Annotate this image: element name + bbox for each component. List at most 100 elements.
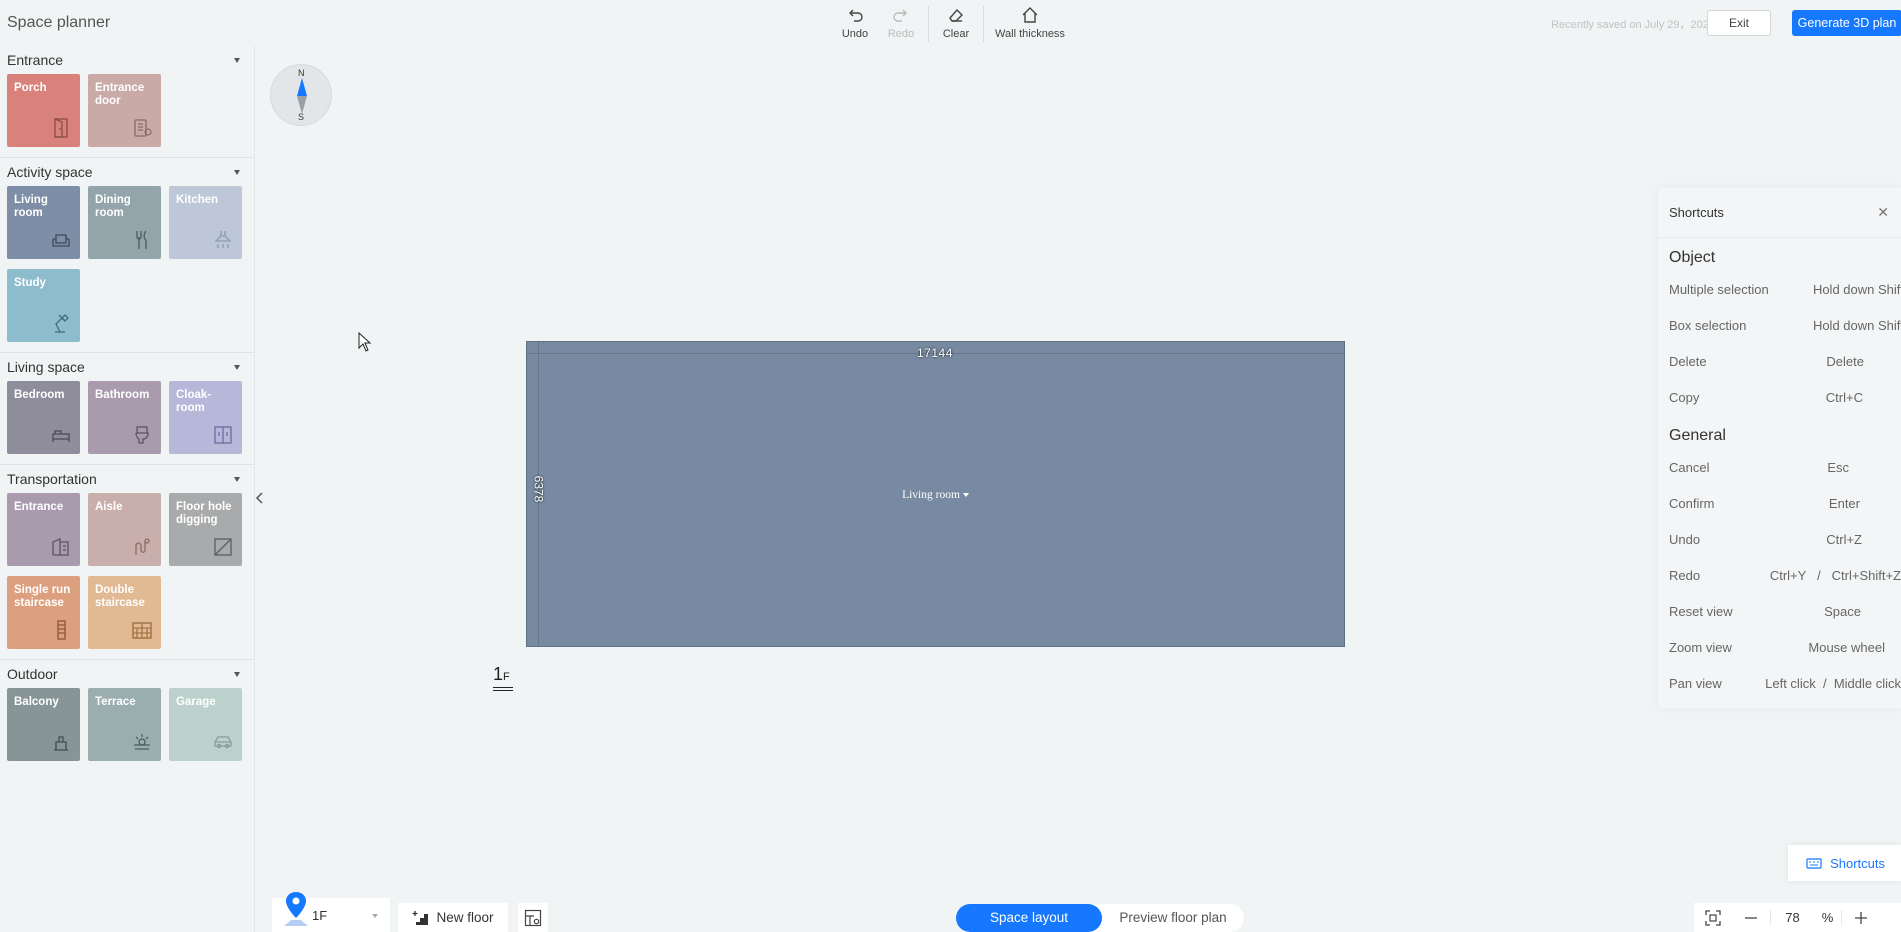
tile-bathroom[interactable]: Bathroom [88,381,161,454]
tile-entrance[interactable]: Entrance [7,493,80,566]
shortcuts-group-title: General [1669,427,1726,444]
tile-kitchen[interactable]: Kitchen [169,186,242,259]
redo-button[interactable]: Redo [880,6,922,40]
shortcut-action: Multiple selection [1669,282,1769,297]
door-icon [54,118,68,138]
toolbar-divider [928,6,929,42]
undo-button[interactable]: Undo [834,6,876,40]
section-header[interactable]: Outdoor [7,660,247,688]
shortcut-key: Space [1824,604,1861,619]
tile-label: Entrance [14,501,64,513]
shortcut-action: Pan view [1669,676,1722,691]
tile-aisle[interactable]: Aisle [88,493,161,566]
shortcut-key-alt: Ctrl+Shift+Z [1831,568,1901,583]
caret-down-icon [234,169,240,175]
exit-button[interactable]: Exit [1707,10,1771,36]
tile-double-staircase[interactable]: Double staircase [88,576,161,649]
shortcut-row: Pan view Left click / Middle click [1658,666,1901,702]
room-living-room[interactable]: 17144 6378 Living room [526,341,1345,647]
tile-balcony[interactable]: Balcony [7,688,80,761]
room-width-dimension: 17144 [917,346,953,360]
eraser-icon [949,8,963,22]
preview-floor-plan-tab[interactable]: Preview floor plan [1102,904,1244,932]
generate-3d-plan-button[interactable]: Generate 3D plan [1792,10,1901,36]
tile-label: Floor hole digging [176,501,232,526]
keyboard-icon [1806,858,1822,869]
section-header[interactable]: Transportation [7,465,247,493]
section-title: Outdoor [7,666,58,682]
mouse-cursor-icon [358,332,372,352]
top-bar: Space planner Undo Redo Clear Wall thick… [0,0,1901,46]
plus-icon [1855,911,1867,924]
tile-bedroom[interactable]: Bedroom [7,381,80,454]
wall-thickness-button[interactable]: Wall thickness [990,6,1070,40]
tile-label: Porch [14,82,47,94]
shortcut-separator: / [1822,676,1827,691]
section-header[interactable]: Activity space [7,158,247,186]
tile-label: Balcony [14,696,59,708]
zoom-out-button[interactable] [1732,903,1770,932]
zoom-in-button[interactable] [1842,903,1880,932]
section-title: Transportation [7,471,97,487]
undo-icon [849,9,863,22]
shortcut-key: Mouse wheel [1808,640,1885,655]
tile-study[interactable]: Study [7,269,80,342]
tile-entrance-door[interactable]: Entrance door [88,74,161,147]
floor-settings-button[interactable] [518,903,548,932]
caret-down-icon [234,57,240,63]
new-floor-button[interactable]: New floor [398,903,508,932]
compass-south-label: S [298,112,305,122]
shortcuts-group-title: Object [1669,249,1716,266]
tile-dining-room[interactable]: Dining room [88,186,161,259]
tile-living-room[interactable]: Living room [7,186,80,259]
shortcut-action: Confirm [1669,496,1715,511]
single-stair-icon [57,620,66,640]
balcony-icon [54,736,68,751]
new-floor-label: New floor [436,910,494,925]
tile-label: Terrace [95,696,136,708]
tile-terrace[interactable]: Terrace [88,688,161,761]
tile-garage[interactable]: Garage [169,688,242,761]
room-name: Living room [902,489,960,501]
fork-knife-icon [136,230,147,249]
shortcuts-button[interactable]: Shortcuts [1788,845,1901,881]
caret-down-icon [234,364,240,370]
redo-icon [893,9,907,22]
collapse-sidebar-button[interactable] [253,486,267,510]
space-layout-tab[interactable]: Space layout [956,904,1102,932]
section-header[interactable]: Living space [7,353,247,381]
shortcuts-panel: Shortcuts ✕ Object Multiple selection Hol… [1658,188,1901,708]
shortcut-key: Ctrl+Z [1826,532,1862,547]
section-header[interactable]: Entrance [7,46,247,74]
app-title: Space planner [7,14,111,31]
tile-cloak-room[interactable]: Cloak-room [169,381,242,454]
tile-porch[interactable]: Porch [7,74,80,147]
zoom-unit: % [1814,910,1842,925]
tile-label: Living room [14,194,48,219]
shortcut-row: Reset view Space [1658,594,1901,630]
toilet-icon [135,426,149,444]
house-icon [1022,7,1038,23]
clear-button[interactable]: Clear [935,6,977,40]
zoom-value[interactable]: 78 [1770,910,1814,925]
tile-label: Bathroom [95,389,150,401]
tile-single-run-staircase[interactable]: Single run staircase [7,576,80,649]
shortcut-action: Delete [1669,354,1707,369]
shortcut-action: Undo [1669,532,1701,547]
section-title: Entrance [7,52,64,68]
double-stair-icon [132,622,152,639]
floor-marker-suffix: F [503,671,510,683]
room-name-dropdown[interactable]: Living room [527,489,1344,501]
fit-view-button[interactable] [1694,903,1732,932]
floor-marker: 1F [493,664,513,691]
shortcut-row: Zoom view Mouse wheel [1658,630,1901,666]
shortcut-key: Ctrl+Y [1769,568,1807,583]
tile-label: Bedroom [14,389,65,401]
shortcuts-header: Shortcuts ✕ [1658,188,1901,238]
chevron-left-icon [255,492,263,504]
saved-status: Recently saved on July 29，2026 [1551,19,1715,31]
caret-down-icon [372,914,378,918]
close-icon[interactable]: ✕ [1877,204,1889,221]
shortcut-key: Hold down Shift [1812,318,1901,333]
tile-floor-hole-digging[interactable]: Floor hole digging [169,493,242,566]
